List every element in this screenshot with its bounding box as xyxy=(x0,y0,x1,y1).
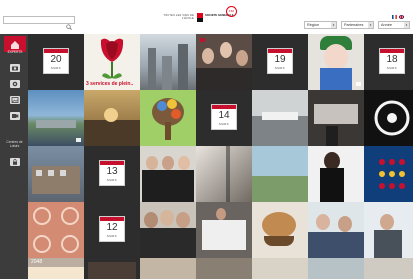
photo-tile[interactable] xyxy=(84,258,140,279)
gallery-icon xyxy=(11,97,19,103)
chevron-down-icon: ▾ xyxy=(368,22,373,28)
partners-select[interactable]: Partenaires ▾ xyxy=(341,21,374,29)
photo-tile[interactable] xyxy=(140,90,196,146)
date-tile[interactable]: 20 MARS xyxy=(28,34,84,90)
date-card: 18 MARS xyxy=(379,48,405,74)
date-month: MARS xyxy=(51,66,61,70)
video-icon xyxy=(12,114,19,118)
date-card: 12 MARS xyxy=(99,216,125,242)
left-rail: EXPERTS Centres de Loisirs xyxy=(0,34,28,279)
date-month: MARS xyxy=(219,122,229,126)
photo-tile[interactable] xyxy=(84,90,140,146)
date-tile[interactable]: 13 MARS xyxy=(84,146,140,202)
photo-tile[interactable] xyxy=(28,146,84,202)
date-card: 19 MARS xyxy=(267,48,293,74)
year-select-label: Année xyxy=(381,23,392,27)
date-day: 13 xyxy=(106,166,118,177)
camera-button[interactable] xyxy=(10,64,20,72)
photo-tile[interactable] xyxy=(196,34,252,90)
language-flags xyxy=(392,6,412,20)
search-icon[interactable] xyxy=(65,17,73,30)
photo-tile[interactable] xyxy=(196,258,252,279)
photo-tile[interactable] xyxy=(196,202,252,258)
photo-tile[interactable]: 3 services de plein.. xyxy=(84,34,140,90)
photo-tile[interactable] xyxy=(28,90,84,146)
photo-grid: 20 MARS 3 services de plein.. 19 MARS 18… xyxy=(28,34,413,279)
search-box[interactable] xyxy=(3,16,75,30)
top-bar: TOUTES LES VIES DE L'ÉCOLE SOCIETE GENER… xyxy=(0,0,413,34)
date-month: MARS xyxy=(107,234,117,238)
chevron-down-icon: ▾ xyxy=(404,22,409,28)
date-tile[interactable]: 18 MARS xyxy=(364,34,413,90)
photo-tile[interactable] xyxy=(140,202,196,258)
photo-tile[interactable] xyxy=(364,202,413,258)
light-graphic xyxy=(374,100,410,136)
photo-tile[interactable] xyxy=(28,202,84,258)
home-label: EXPERTS xyxy=(7,50,23,54)
photo-tile[interactable] xyxy=(364,146,413,202)
search-input[interactable] xyxy=(6,17,64,23)
home-icon xyxy=(11,41,19,49)
flag-uk-icon[interactable] xyxy=(398,6,405,20)
lock-button[interactable] xyxy=(10,158,20,166)
photo-tile[interactable] xyxy=(252,258,308,279)
date-day: 14 xyxy=(218,110,230,121)
date-card: 20 MARS xyxy=(43,48,69,74)
board-game-image xyxy=(379,159,405,189)
date-card: 13 MARS xyxy=(99,160,125,186)
date-card: 14 MARS xyxy=(211,104,237,130)
date-month: MARS xyxy=(275,66,285,70)
photo-tile[interactable] xyxy=(140,34,196,90)
game-2048-label: 2048 xyxy=(28,258,84,267)
date-day: 19 xyxy=(274,54,286,65)
photo-tile[interactable] xyxy=(308,202,364,258)
photo-tile[interactable] xyxy=(308,258,364,279)
camera-icon xyxy=(12,66,18,71)
photo-tile[interactable] xyxy=(364,90,413,146)
photo-tile[interactable] xyxy=(252,146,308,202)
record-icon xyxy=(12,81,18,87)
photo-tile[interactable] xyxy=(252,202,308,258)
date-tile[interactable]: 14 MARS xyxy=(196,90,252,146)
date-tile[interactable]: 19 MARS xyxy=(252,34,308,90)
partners-select-label: Partenaires xyxy=(344,23,364,27)
year-select[interactable]: Année ▾ xyxy=(378,21,410,29)
rail-text: Centres de Loisirs xyxy=(6,140,23,148)
photo-tile[interactable] xyxy=(196,146,252,202)
photo-tile[interactable] xyxy=(364,258,413,279)
date-day: 12 xyxy=(106,222,118,233)
video-button[interactable] xyxy=(10,112,20,120)
region-select-label: Région xyxy=(307,23,320,27)
anniversary-badge-icon: 150 xyxy=(226,6,237,17)
pattern-image xyxy=(33,207,79,253)
game-2048-tile[interactable]: 2048 xyxy=(28,258,84,279)
logo-tagline: TOUTES LES VIES DE L'ÉCOLE xyxy=(163,14,194,20)
photo-tile[interactable] xyxy=(308,146,364,202)
tree-illustration xyxy=(152,98,184,140)
photo-tile[interactable] xyxy=(308,34,364,90)
record-button[interactable] xyxy=(10,80,20,88)
chevron-down-icon: ▾ xyxy=(331,22,336,28)
logo[interactable]: TOUTES LES VIES DE L'ÉCOLE SOCIETE GENER… xyxy=(160,6,240,30)
date-tile[interactable]: 12 MARS xyxy=(84,202,140,258)
date-day: 18 xyxy=(386,54,398,65)
photo-tile[interactable] xyxy=(308,90,364,146)
photo-tile[interactable] xyxy=(140,258,196,279)
date-month: MARS xyxy=(107,178,117,182)
region-select[interactable]: Région ▾ xyxy=(304,21,337,29)
lock-icon xyxy=(13,159,17,165)
photo-tile[interactable] xyxy=(140,146,196,202)
date-month: MARS xyxy=(387,66,397,70)
promo-text: 3 services de plein.. xyxy=(86,81,134,87)
photo-tile[interactable] xyxy=(252,90,308,146)
flag-fr-icon[interactable] xyxy=(392,6,397,19)
date-day: 20 xyxy=(50,54,62,65)
gallery-button[interactable] xyxy=(10,96,20,104)
brand-mark-icon xyxy=(197,13,203,22)
